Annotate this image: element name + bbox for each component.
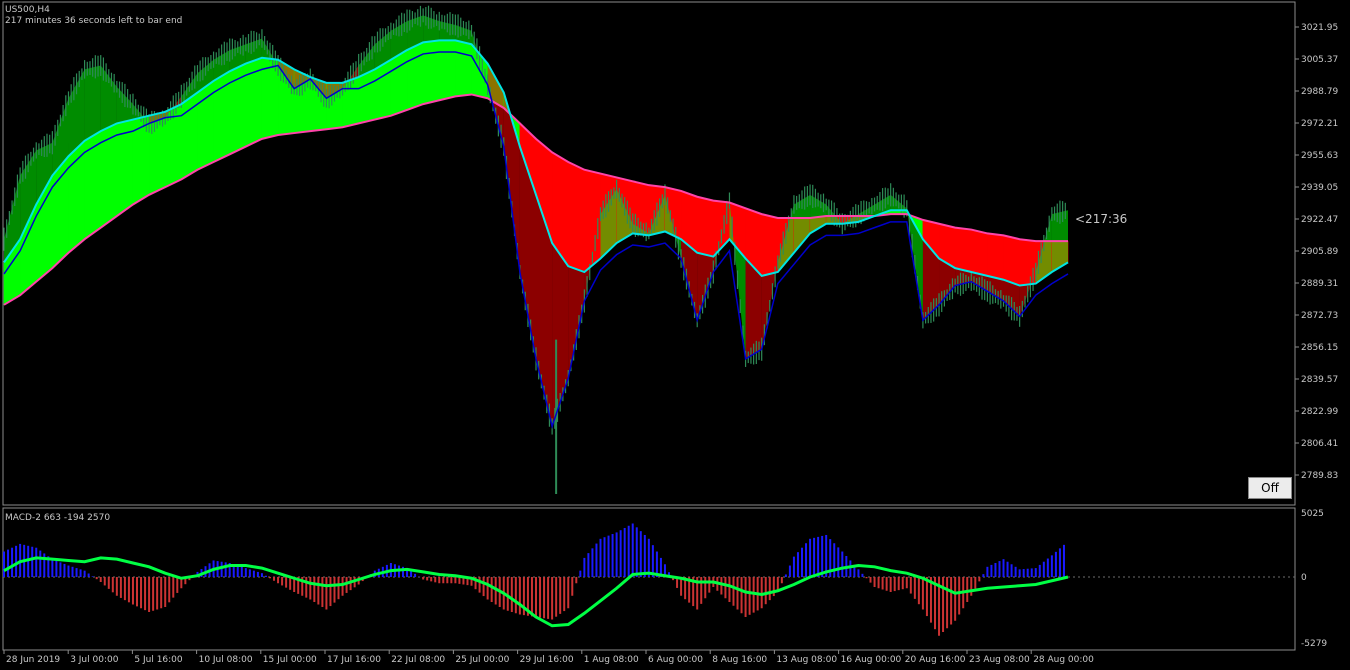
cloud-segment — [390, 49, 408, 117]
price-tick-label: 2988.79 — [1301, 87, 1338, 97]
time-tick-label: 13 Aug 08:00 — [776, 655, 837, 665]
trading-chart[interactable]: US500,H4 217 minutes 36 seconds left to … — [0, 0, 1350, 670]
cloud-segment — [406, 41, 424, 111]
price-tick-label: 2872.73 — [1301, 311, 1338, 321]
macd-tick-label: 5025 — [1301, 509, 1324, 519]
cloud-segment — [987, 233, 1004, 281]
cloud-segment — [68, 140, 85, 254]
cloud-segment — [358, 68, 376, 124]
price-tick-label: 2789.83 — [1301, 471, 1338, 481]
macd-label: MACD-2 663 -194 2570 — [5, 513, 110, 523]
cloud-segment — [696, 196, 714, 257]
cloud-segment — [422, 40, 440, 105]
macd-tick-label: -5279 — [1301, 639, 1327, 649]
time-tick-label: 16 Aug 00:00 — [841, 655, 902, 665]
price-tick-label: 2972.21 — [1301, 119, 1338, 129]
price-tick-label: 2905.89 — [1301, 247, 1338, 257]
bar-timer: <217:36 — [1075, 212, 1127, 226]
price-tick-label: 2856.15 — [1301, 343, 1338, 353]
time-tick-label: 20 Aug 16:00 — [905, 655, 966, 665]
time-tick-label: 28 Aug 00:00 — [1033, 655, 1094, 665]
price-tick-label: 2939.05 — [1301, 183, 1338, 193]
time-tick-label: 3 Jul 00:00 — [70, 655, 119, 665]
price-tick-label: 3005.37 — [1301, 55, 1338, 65]
time-tick-label: 6 Aug 00:00 — [648, 655, 703, 665]
time-tick-label: 1 Aug 08:00 — [584, 655, 639, 665]
price-tick-label: 2839.57 — [1301, 375, 1338, 385]
time-tick-label: 28 Jun 2019 — [6, 655, 60, 665]
cloud-segment — [438, 40, 456, 101]
countdown-label: 217 minutes 36 seconds left to bar end — [5, 16, 182, 26]
cloud-segment — [970, 229, 988, 277]
time-tick-label: 15 Jul 00:00 — [263, 655, 317, 665]
time-tick-label: 25 Jul 00:00 — [455, 655, 509, 665]
price-axis: 3021.95 3005.37 2988.79 2972.21 2955.63 2939.… — [1295, 23, 1338, 481]
price-tick-label: 2955.63 — [1301, 151, 1338, 161]
time-tick-label: 10 Jul 08:00 — [199, 655, 253, 665]
cloud-segment — [455, 40, 472, 97]
price-tick-label: 2889.31 — [1301, 279, 1338, 289]
macd-tick-label: 0 — [1301, 573, 1307, 583]
symbol-label: US500,H4 — [5, 5, 50, 15]
price-tick-label: 3021.95 — [1301, 23, 1338, 33]
time-tick-label: 17 Jul 16:00 — [327, 655, 381, 665]
price-tick-label: 2822.99 — [1301, 407, 1338, 417]
price-tick-label: 2806.41 — [1301, 439, 1338, 449]
time-tick-label: 8 Aug 16:00 — [712, 655, 767, 665]
cloud-segment — [1003, 234, 1020, 286]
time-tick-label: 23 Aug 08:00 — [969, 655, 1030, 665]
cloud-segment — [245, 57, 263, 148]
off-button[interactable]: Off — [1248, 477, 1292, 499]
price-band-segment — [84, 65, 101, 141]
cloud-segment — [954, 227, 972, 273]
cloud-segment — [567, 161, 585, 273]
time-tick-label: 5 Jul 16:00 — [134, 655, 183, 665]
time-tick-label: 29 Jul 16:00 — [520, 655, 574, 665]
price-tick-label: 2922.47 — [1301, 215, 1338, 225]
time-tick-label: 22 Jul 08:00 — [391, 655, 445, 665]
cloud-segment — [229, 63, 247, 155]
